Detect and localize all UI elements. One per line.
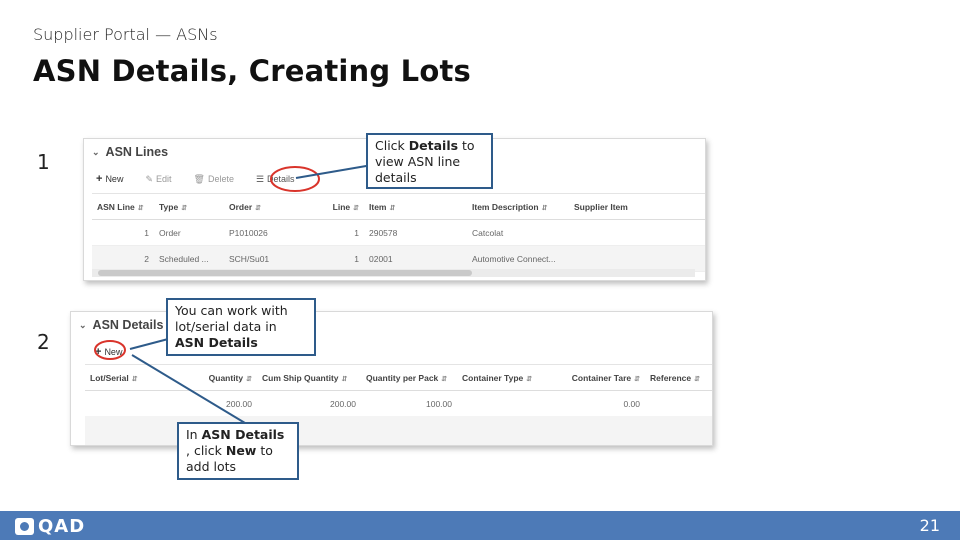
asn-details-grid: Lot/Serial ⇵ Quantity ⇵ Cum Ship Quantity ⇵…: [85, 364, 712, 417]
col-asn-line[interactable]: ASN Line ⇵: [92, 202, 154, 212]
col-supplier-item[interactable]: Supplier Item: [569, 202, 669, 212]
new-button[interactable]: + New: [96, 173, 123, 185]
horizontal-scrollbar[interactable]: [92, 269, 695, 277]
page-number: 21: [919, 516, 940, 535]
scrollbar-thumb[interactable]: [98, 270, 472, 276]
edit-button[interactable]: ✎ Edit: [145, 174, 171, 185]
qad-logo-text: QAD: [38, 516, 86, 537]
details-callout: Click Details to view ASN line details: [366, 133, 493, 189]
col-container-type[interactable]: Container Type ⇵: [457, 373, 543, 383]
trash-icon: 🗑: [193, 173, 205, 184]
asn-lines-title: ASN Lines: [105, 145, 169, 159]
plus-icon: +: [96, 173, 103, 185]
col-quantity-per-pack[interactable]: Quantity per Pack ⇵: [361, 373, 457, 383]
asn-details-header[interactable]: ⌄ ASN Details: [79, 318, 163, 332]
asn-lines-header[interactable]: ⌄ ASN Lines: [92, 145, 168, 159]
delete-button[interactable]: 🗑 Delete: [194, 174, 234, 185]
footer-bar: QAD 21: [0, 511, 960, 540]
step-number-1: 1: [37, 150, 50, 174]
grid-header: ASN Line ⇵ Type ⇵ Order ⇵ Line ⇵ Item ⇵ Item …: [92, 194, 705, 220]
col-item-description[interactable]: Item Description ⇵: [467, 202, 569, 212]
slide-title: ASN Details, Creating Lots: [33, 54, 471, 88]
col-line[interactable]: Line ⇵: [319, 202, 364, 212]
col-reference[interactable]: Reference ⇵: [645, 373, 711, 383]
col-quantity[interactable]: Quantity ⇵: [185, 373, 257, 383]
asn-details-title: ASN Details: [92, 318, 164, 332]
col-type[interactable]: Type ⇵: [154, 202, 224, 212]
asn-lines-grid: ASN Line ⇵ Type ⇵ Order ⇵ Line ⇵ Item ⇵ Item …: [92, 193, 705, 272]
table-row[interactable]: 1 Order P1010026 1 290578 Catcolat: [92, 220, 705, 246]
details-button[interactable]: ☰ Details: [256, 174, 295, 185]
col-lot-serial[interactable]: Lot/Serial ⇵: [85, 373, 185, 383]
pencil-icon: ✎: [145, 173, 153, 184]
new-callout: In ASN Details , click New to add lots: [177, 422, 299, 480]
new-lot-button[interactable]: + New: [95, 346, 122, 358]
chevron-down-icon: ⌄: [79, 319, 87, 330]
grid-header: Lot/Serial ⇵ Quantity ⇵ Cum Ship Quantity ⇵…: [85, 365, 712, 391]
qad-logo-icon: [15, 518, 34, 535]
col-order[interactable]: Order ⇵: [224, 202, 319, 212]
col-container-tare[interactable]: Container Tare ⇵: [543, 373, 645, 383]
col-item[interactable]: Item ⇵: [364, 202, 467, 212]
table-row[interactable]: 200.00 200.00 100.00 0.00: [85, 391, 712, 417]
step-number-2: 2: [37, 330, 50, 354]
plus-icon: +: [95, 346, 102, 358]
chevron-down-icon: ⌄: [92, 146, 100, 157]
qad-logo: QAD: [15, 516, 85, 537]
details-icon: ☰: [255, 173, 265, 184]
col-cum-ship-quantity[interactable]: Cum Ship Quantity ⇵: [257, 373, 361, 383]
lot-serial-callout: You can work with lot/serial data in ASN…: [166, 298, 316, 356]
slide-subtitle: Supplier Portal — ASNs: [33, 25, 218, 44]
